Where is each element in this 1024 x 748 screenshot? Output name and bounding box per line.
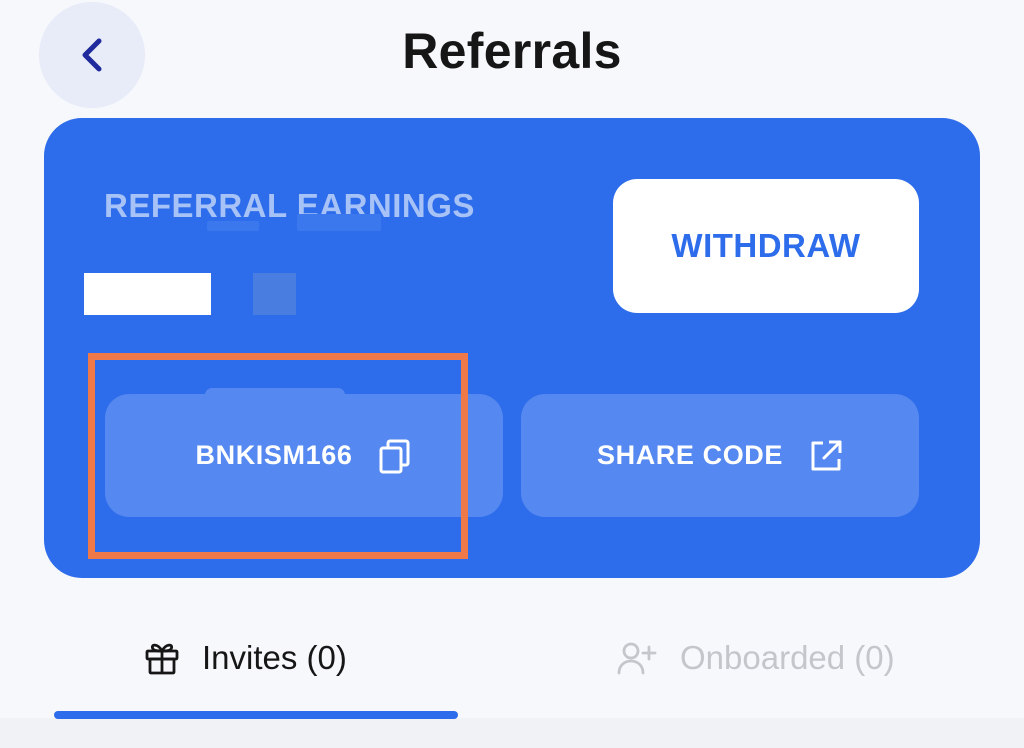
- copy-icon: [378, 438, 412, 474]
- balance-currency-redacted: [253, 273, 296, 315]
- tab-invites-label: Invites (0): [202, 639, 347, 676]
- tab-baseline: [0, 718, 1024, 748]
- referral-code: BNKISM166: [195, 440, 353, 470]
- referral-earnings-label: REFERRAL EARNINGS: [104, 187, 475, 224]
- share-code-button[interactable]: SHARE CODE: [521, 394, 919, 517]
- page-title: Referrals: [402, 23, 622, 79]
- gift-icon: [144, 640, 180, 676]
- label-redaction: [297, 214, 381, 231]
- copy-referral-code-button[interactable]: BNKISM166: [105, 388, 503, 517]
- withdraw-button[interactable]: WITHDRAW: [613, 179, 919, 313]
- tab-onboarded[interactable]: Onboarded (0): [616, 630, 895, 686]
- external-link-icon: [809, 439, 843, 473]
- share-code-label: SHARE CODE: [596, 440, 784, 470]
- tab-onboarded-label: Onboarded (0): [680, 639, 895, 676]
- active-tab-indicator: [54, 711, 458, 719]
- referral-earnings-card: REFERRAL EARNINGS WITHDRAW BNKISM166 SHA…: [44, 118, 980, 578]
- balance-redacted: [84, 273, 211, 315]
- label-redaction: [207, 221, 259, 231]
- code-button-redaction: [205, 388, 345, 402]
- tab-invites[interactable]: Invites (0): [144, 630, 347, 686]
- user-plus-icon: [616, 640, 658, 676]
